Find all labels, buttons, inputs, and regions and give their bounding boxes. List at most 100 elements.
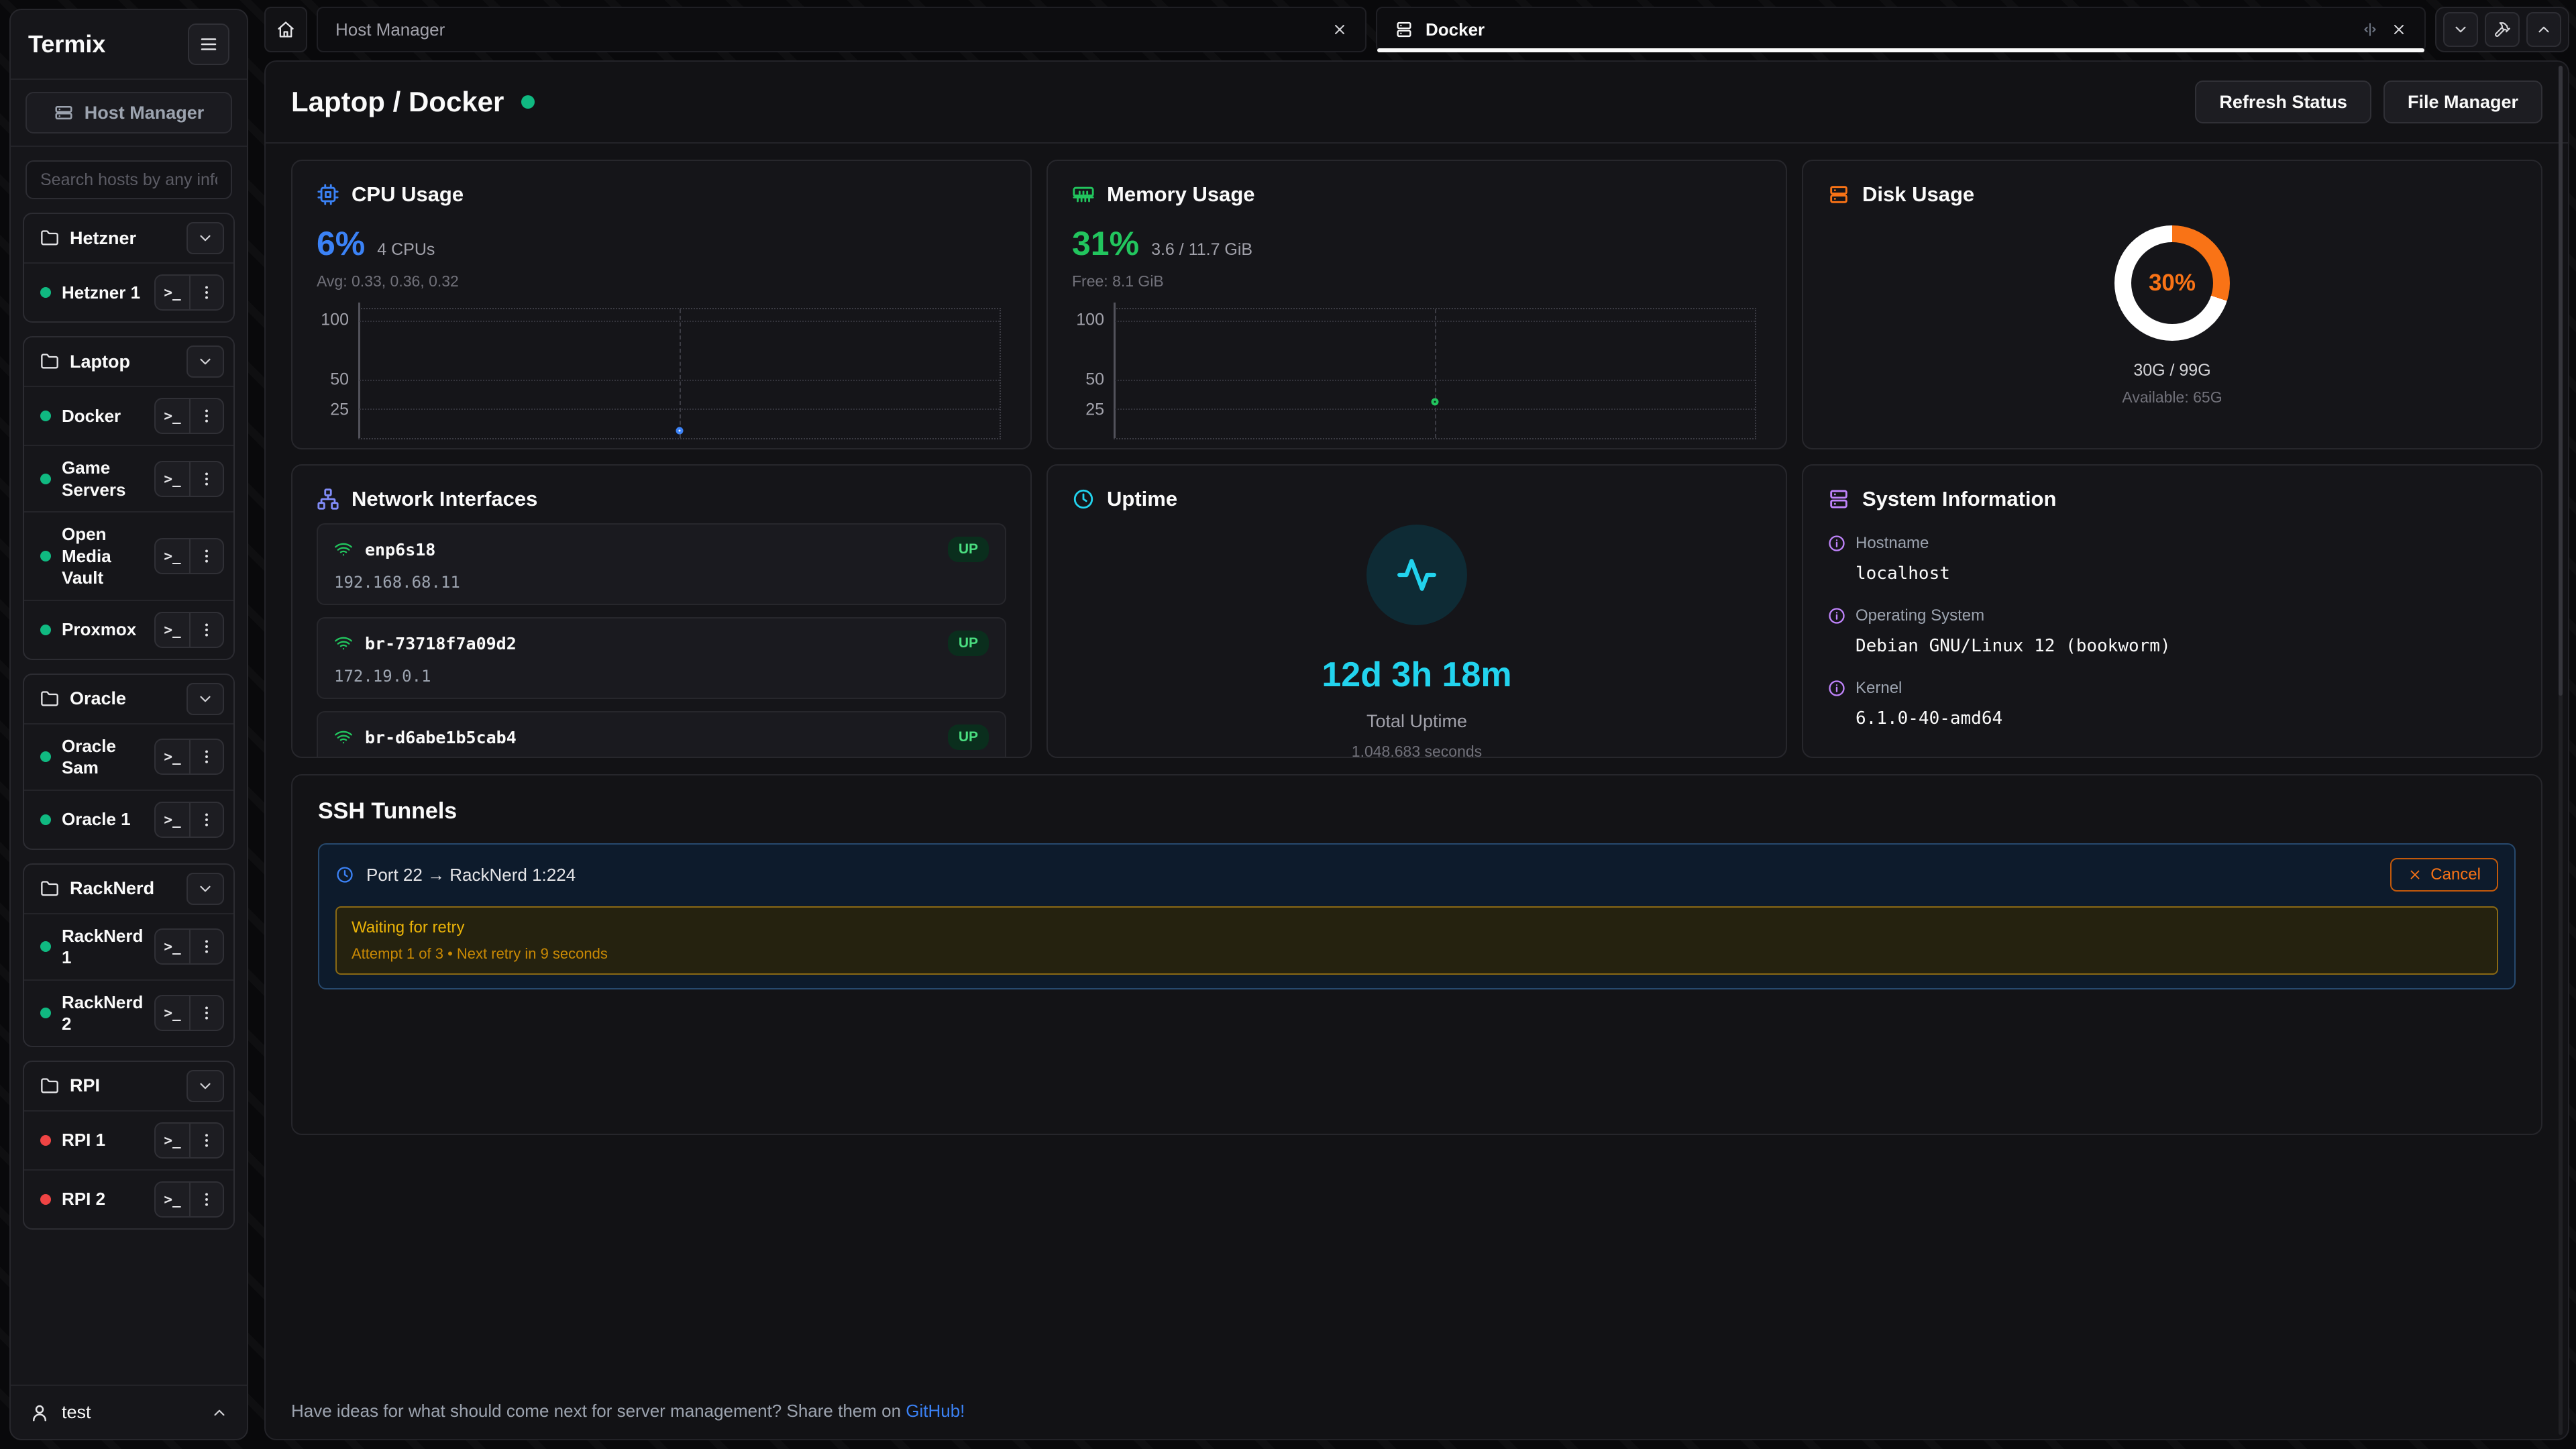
host-row[interactable]: Oracle 1 >_ <box>24 790 233 849</box>
status-dot <box>40 474 51 484</box>
host-menu-button[interactable] <box>189 1183 223 1216</box>
cpu-count: 4 CPUs <box>377 240 435 260</box>
interface-name: enp6s18 <box>365 540 435 559</box>
close-icon[interactable] <box>2391 21 2407 38</box>
group-header[interactable]: Oracle <box>24 675 233 723</box>
cpu-icon <box>317 183 339 206</box>
chevron-down-icon <box>2452 21 2469 38</box>
host-row[interactable]: RackNerd 1 >_ <box>24 913 233 979</box>
host-actions: >_ <box>154 928 224 965</box>
terminal-button[interactable]: >_ <box>156 740 189 773</box>
host-row[interactable]: Game Servers >_ <box>24 445 233 511</box>
refresh-status-button[interactable]: Refresh Status <box>2195 80 2371 123</box>
system-value: Debian GNU/Linux 12 (bookworm) <box>1856 636 2517 656</box>
host-group-rpi: RPI RPI 1 >_ RPI 2 >_ <box>23 1061 235 1230</box>
system-info-card: System Information Hostname localhost Op… <box>1802 464 2542 758</box>
terminal-button[interactable]: >_ <box>156 1124 189 1157</box>
sidebar-header: Termix <box>11 10 247 80</box>
host-row[interactable]: RPI 2 >_ <box>24 1169 233 1228</box>
group-collapse-button[interactable] <box>186 345 224 378</box>
group-header[interactable]: RackNerd <box>24 865 233 913</box>
host-row[interactable]: Oracle Sam >_ <box>24 723 233 790</box>
split-view-icon[interactable] <box>2361 21 2379 38</box>
server-icon <box>54 103 74 123</box>
tab-host-manager[interactable]: Host Manager <box>317 7 1366 52</box>
host-name: RackNerd 1 <box>62 925 144 969</box>
disk-donut-chart: 30% <box>2114 225 2230 341</box>
kebab-icon <box>198 938 215 955</box>
group-collapse-button[interactable] <box>186 683 224 715</box>
home-button[interactable] <box>264 7 307 52</box>
file-manager-button[interactable]: File Manager <box>2383 80 2542 123</box>
sidebar-menu-button[interactable] <box>188 23 229 65</box>
group-header[interactable]: Hetzner <box>24 214 233 262</box>
terminal-button[interactable]: >_ <box>156 1183 189 1216</box>
cancel-tunnel-button[interactable]: Cancel <box>2390 858 2498 892</box>
kebab-icon <box>198 1004 215 1022</box>
expand-button[interactable] <box>2526 12 2561 47</box>
host-menu-button[interactable] <box>189 613 223 647</box>
host-menu-button[interactable] <box>189 539 223 573</box>
host-name: Game Servers <box>62 457 144 500</box>
host-menu-button[interactable] <box>189 276 223 309</box>
folder-icon <box>40 352 59 371</box>
host-row[interactable]: Proxmox >_ <box>24 600 233 659</box>
host-menu-button[interactable] <box>189 399 223 433</box>
host-actions: >_ <box>154 398 224 434</box>
github-link[interactable]: GitHub! <box>906 1401 965 1421</box>
info-icon <box>1827 679 1846 698</box>
terminal-button[interactable]: >_ <box>156 613 189 647</box>
scrollbar[interactable] <box>2559 66 2563 1435</box>
terminal-button[interactable]: >_ <box>156 996 189 1030</box>
host-menu-button[interactable] <box>189 803 223 837</box>
host-row[interactable]: RackNerd 2 >_ <box>24 979 233 1046</box>
group-name: Oracle <box>70 688 176 709</box>
group-name: RPI <box>70 1075 176 1096</box>
host-menu-button[interactable] <box>189 462 223 496</box>
host-actions: >_ <box>154 612 224 648</box>
host-manager-button[interactable]: Host Manager <box>25 92 232 133</box>
host-row[interactable]: Docker >_ <box>24 386 233 445</box>
host-row[interactable]: Hetzner 1 >_ <box>24 262 233 321</box>
terminal-icon: >_ <box>164 548 180 564</box>
info-icon <box>1827 534 1846 553</box>
group-header[interactable]: Laptop <box>24 337 233 386</box>
group-collapse-button[interactable] <box>186 1070 224 1102</box>
interface-ip: 172.19.0.1 <box>334 667 989 686</box>
user-menu[interactable]: test <box>11 1385 247 1439</box>
host-row[interactable]: Open Media Vault >_ <box>24 511 233 600</box>
host-menu-button[interactable] <box>189 740 223 773</box>
status-dot <box>40 941 51 952</box>
interface-ip: 192.168.68.11 <box>334 573 989 592</box>
host-actions: >_ <box>154 995 224 1031</box>
cpu-load-avg: Avg: 0.33, 0.36, 0.32 <box>317 272 1006 290</box>
kebab-icon <box>198 1191 215 1208</box>
tab-bar: Host Manager Docker <box>264 7 2569 52</box>
group-header[interactable]: RPI <box>24 1062 233 1110</box>
host-actions: >_ <box>154 274 224 311</box>
terminal-button[interactable]: >_ <box>156 803 189 837</box>
host-menu-button[interactable] <box>189 996 223 1030</box>
group-collapse-button[interactable] <box>186 873 224 905</box>
terminal-button[interactable]: >_ <box>156 539 189 573</box>
up-badge: UP <box>948 724 989 750</box>
search-input[interactable] <box>25 160 232 199</box>
tab-docker[interactable]: Docker <box>1376 7 2426 52</box>
tunnel-route: Port 22 → RackNerd 1:224 <box>366 865 576 885</box>
kebab-icon <box>198 407 215 425</box>
terminal-button[interactable]: >_ <box>156 930 189 963</box>
close-icon[interactable] <box>1332 21 1348 38</box>
terminal-button[interactable]: >_ <box>156 399 189 433</box>
collapse-button[interactable] <box>2443 12 2478 47</box>
terminal-icon: >_ <box>164 284 180 301</box>
uptime-label: Total Uptime <box>1366 711 1467 732</box>
host-row[interactable]: RPI 1 >_ <box>24 1110 233 1169</box>
terminal-button[interactable]: >_ <box>156 462 189 496</box>
host-menu-button[interactable] <box>189 930 223 963</box>
group-collapse-button[interactable] <box>186 222 224 254</box>
tools-button[interactable] <box>2485 12 2520 47</box>
host-menu-button[interactable] <box>189 1124 223 1157</box>
scrollbar-thumb[interactable] <box>2559 66 2563 696</box>
terminal-button[interactable]: >_ <box>156 276 189 309</box>
system-value: localhost <box>1856 564 2517 584</box>
